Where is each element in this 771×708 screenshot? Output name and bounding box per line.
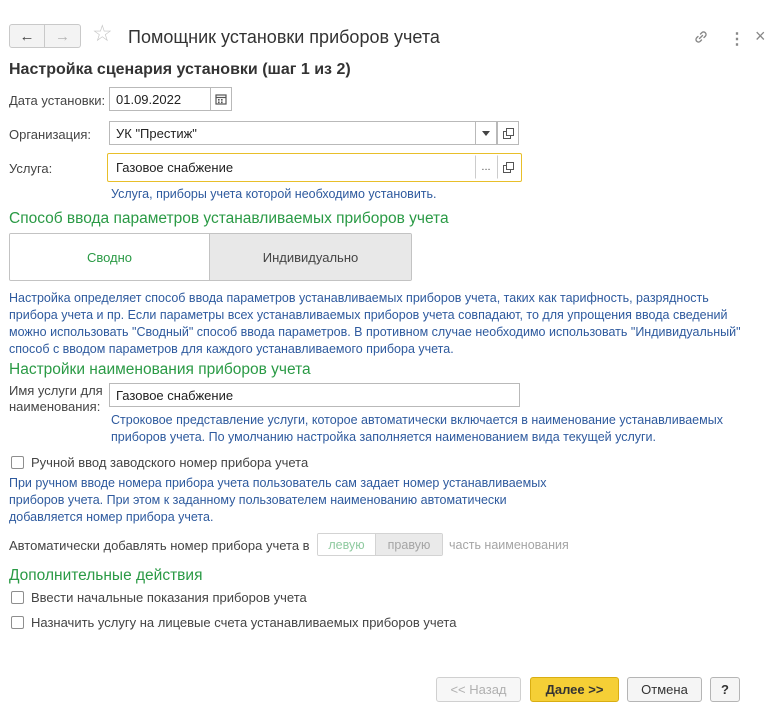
- organization-open-button[interactable]: [497, 121, 519, 145]
- chevron-down-icon: [482, 130, 490, 136]
- service-hint: Услуга, приборы учета которой необходимо…: [111, 187, 437, 201]
- page-heading: Настройка сценария установки (шаг 1 из 2…: [9, 61, 351, 78]
- next-button[interactable]: Далее >>: [530, 677, 619, 702]
- service-name-hint: Строковое представление услуги, которое …: [111, 413, 723, 444]
- input-method-hint: Настройка определяет способ ввода параме…: [9, 291, 741, 356]
- extra-actions-title: Дополнительные действия: [9, 567, 203, 584]
- open-form-icon: [502, 127, 514, 139]
- back-button[interactable]: << Назад: [436, 677, 521, 702]
- forward-nav-button[interactable]: →: [45, 24, 81, 48]
- service-label: Услуга:: [9, 161, 53, 176]
- side-suffix-label: часть наименования: [449, 538, 569, 552]
- install-date-field[interactable]: 01.09.2022: [109, 87, 211, 111]
- back-nav-button[interactable]: ←: [9, 24, 45, 48]
- input-method-switch: Сводно Индивидуально: [9, 233, 412, 281]
- manual-serial-hint: При ручном вводе номера прибора учета по…: [9, 476, 547, 524]
- service-field[interactable]: Газовое снабжение: [109, 155, 476, 179]
- option-left[interactable]: левую: [318, 534, 375, 555]
- star-icon[interactable]: ☆: [92, 22, 113, 45]
- calendar-button[interactable]: [210, 87, 232, 111]
- service-name-label: Имя услуги для наименования:: [9, 383, 103, 414]
- link-icon-glyph: [695, 31, 707, 43]
- option-summary[interactable]: Сводно: [10, 234, 209, 280]
- organization-dropdown-button[interactable]: [475, 121, 497, 145]
- service-open-button[interactable]: [497, 155, 519, 179]
- input-method-title: Способ ввода параметров устанавливаемых …: [9, 210, 449, 227]
- install-date-label: Дата установки:: [9, 93, 106, 108]
- manual-serial-label: Ручной ввод заводского номер прибора уче…: [31, 455, 309, 470]
- link-icon[interactable]: [693, 29, 709, 49]
- serial-side-switch: левую правую: [317, 533, 443, 556]
- option-individual[interactable]: Индивидуально: [209, 234, 411, 280]
- cancel-button[interactable]: Отмена: [627, 677, 702, 702]
- initial-readings-label: Ввести начальные показания приборов учет…: [31, 590, 307, 605]
- service-select-button[interactable]: ...: [475, 155, 497, 179]
- naming-title: Настройки наименования приборов учета: [9, 361, 311, 378]
- assign-accounts-label: Назначить услугу на лицевые счета устана…: [31, 615, 457, 630]
- organization-field[interactable]: УК "Престиж": [109, 121, 476, 145]
- service-name-input[interactable]: Газовое снабжение: [109, 383, 520, 407]
- manual-serial-checkbox[interactable]: [11, 456, 24, 469]
- organization-label: Организация:: [9, 127, 92, 142]
- open-form-icon: [502, 161, 514, 173]
- more-menu-icon[interactable]: ⋮: [729, 29, 745, 49]
- option-right[interactable]: правую: [375, 534, 442, 555]
- close-icon[interactable]: ×: [755, 26, 766, 47]
- initial-readings-checkbox[interactable]: [11, 591, 24, 604]
- calendar-icon: [215, 94, 227, 105]
- window-title: Помощник установки приборов учета: [128, 27, 440, 47]
- assign-accounts-checkbox[interactable]: [11, 616, 24, 629]
- auto-add-label: Автоматически добавлять номер прибора уч…: [9, 538, 310, 553]
- help-button[interactable]: ?: [710, 677, 740, 702]
